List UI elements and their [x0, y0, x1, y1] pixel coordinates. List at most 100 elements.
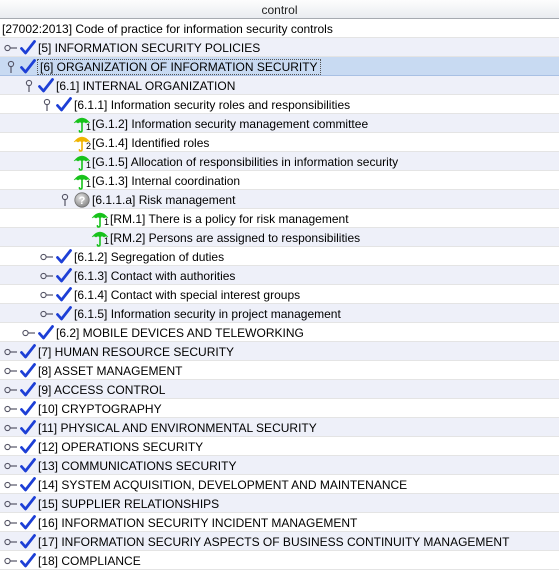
tree-row-label: [G.1.4] Identified roles	[92, 135, 210, 150]
tree-root-label: [27002:2013] Code of practice for inform…	[2, 21, 333, 36]
check-icon	[19, 380, 37, 399]
expand-handle-icon[interactable]	[3, 380, 19, 399]
tree-row-label: [14] SYSTEM ACQUISITION, DEVELOPMENT AND…	[38, 477, 408, 492]
tree-row[interactable]: [11] PHYSICAL AND ENVIRONMENTAL SECURITY	[0, 418, 559, 437]
tree-row-selected[interactable]: [6] ORGANIZATION OF INFORMATION SECURITY	[0, 57, 559, 76]
tree-row-label: [10] CRYPTOGRAPHY	[38, 401, 162, 416]
tree-row-label: [6.1.4] Contact with special interest gr…	[74, 287, 301, 302]
check-icon	[55, 266, 73, 285]
tree-row[interactable]: [6.1.4] Contact with special interest gr…	[0, 285, 559, 304]
tree-root-row[interactable]: [27002:2013] Code of practice for inform…	[0, 19, 559, 38]
tree-row[interactable]: ? [6.1.1.a] Risk management	[0, 190, 559, 209]
tree-row-label: [G.1.5] Allocation of responsibilities i…	[92, 154, 399, 169]
check-icon	[19, 418, 37, 437]
check-icon	[19, 456, 37, 475]
tree-row-label: [9] ACCESS CONTROL	[38, 382, 166, 397]
column-header-label: control	[261, 3, 298, 17]
tree-row[interactable]: 1 [G.1.3] Internal coordination	[0, 171, 559, 190]
tree-row[interactable]: [7] HUMAN RESOURCE SECURITY	[0, 342, 559, 361]
umbrella-count-badge: 1	[85, 160, 91, 170]
tree-row-label: [G.1.3] Internal coordination	[92, 173, 241, 188]
expand-handle-icon[interactable]	[3, 418, 19, 437]
tree-row-label: [7] HUMAN RESOURCE SECURITY	[38, 344, 235, 359]
umbrella-count-badge: 1	[103, 236, 109, 246]
tree-handle-spacer	[57, 114, 73, 133]
check-icon	[19, 342, 37, 361]
check-icon	[19, 513, 37, 532]
expand-handle-icon[interactable]	[3, 513, 19, 532]
expand-handle-icon[interactable]	[3, 361, 19, 380]
expand-handle-icon[interactable]	[39, 285, 55, 304]
tree-handle-spacer	[57, 152, 73, 171]
collapse-handle-icon[interactable]	[57, 190, 73, 209]
tree-row-label: [6.1.5] Information security in project …	[74, 306, 341, 321]
tree-row[interactable]: [17] INFORMATION SECURIY ASPECTS OF BUSI…	[0, 532, 559, 551]
tree-row-label: [6.1.1.a] Risk management	[92, 192, 236, 207]
controls-tree[interactable]: [27002:2013] Code of practice for inform…	[0, 19, 559, 570]
tree-row-label: [RM.1] There is a policy for risk manage…	[110, 211, 349, 226]
tree-handle-spacer	[57, 133, 73, 152]
tree-row[interactable]: [6.1.2] Segregation of duties	[0, 247, 559, 266]
expand-handle-icon[interactable]	[3, 551, 19, 570]
expand-handle-icon[interactable]	[3, 399, 19, 418]
tree-row[interactable]: [15] SUPPLIER RELATIONSHIPS	[0, 494, 559, 513]
tree-row[interactable]: [6.1.3] Contact with authorities	[0, 266, 559, 285]
expand-handle-icon[interactable]	[3, 532, 19, 551]
tree-row-label: [17] INFORMATION SECURIY ASPECTS OF BUSI…	[38, 534, 510, 549]
expand-handle-icon[interactable]	[21, 323, 37, 342]
tree-row[interactable]: 2 [G.1.4] Identified roles	[0, 133, 559, 152]
tree-row[interactable]: [6.1] INTERNAL ORGANIZATION	[0, 76, 559, 95]
check-icon	[55, 285, 73, 304]
tree-row[interactable]: [18] COMPLIANCE	[0, 551, 559, 570]
check-icon	[37, 76, 55, 95]
tree-row[interactable]: 1 [G.1.5] Allocation of responsibilities …	[0, 152, 559, 171]
expand-handle-icon[interactable]	[3, 437, 19, 456]
tree-row-label: [G.1.2] Information security management …	[92, 116, 369, 131]
check-icon	[19, 494, 37, 513]
collapse-handle-icon[interactable]	[39, 95, 55, 114]
tree-row-label: [6.1.2] Segregation of duties	[74, 249, 225, 264]
tree-row-label: [11] PHYSICAL AND ENVIRONMENTAL SECURITY	[38, 420, 317, 435]
check-icon	[19, 57, 37, 76]
tree-row[interactable]: [9] ACCESS CONTROL	[0, 380, 559, 399]
tree-row[interactable]: [14] SYSTEM ACQUISITION, DEVELOPMENT AND…	[0, 475, 559, 494]
tree-row[interactable]: 1 [G.1.2] Information security management…	[0, 114, 559, 133]
check-icon	[19, 551, 37, 570]
tree-handle-spacer	[57, 171, 73, 190]
check-icon	[19, 532, 37, 551]
expand-handle-icon[interactable]	[39, 304, 55, 323]
tree-row[interactable]: [10] CRYPTOGRAPHY	[0, 399, 559, 418]
umbrella-green-icon: 1	[73, 152, 91, 171]
expand-handle-icon[interactable]	[39, 266, 55, 285]
tree-row[interactable]: [13] COMMUNICATIONS SECURITY	[0, 456, 559, 475]
umbrella-count-badge: 1	[103, 217, 109, 227]
tree-row[interactable]: 1 [RM.2] Persons are assigned to responsi…	[0, 228, 559, 247]
umbrella-count-badge: 1	[85, 122, 91, 132]
collapse-handle-icon[interactable]	[21, 76, 37, 95]
tree-row[interactable]: [6.1.5] Information security in project …	[0, 304, 559, 323]
expand-handle-icon[interactable]	[3, 38, 19, 57]
expand-handle-icon[interactable]	[3, 475, 19, 494]
tree-row-label: [6.1.1] Information security roles and r…	[74, 97, 351, 112]
tree-row-label: [16] INFORMATION SECURITY INCIDENT MANAG…	[38, 515, 358, 530]
tree-row[interactable]: 1 [RM.1] There is a policy for risk manag…	[0, 209, 559, 228]
expand-handle-icon[interactable]	[3, 456, 19, 475]
tree-row-label: [18] COMPLIANCE	[38, 553, 141, 568]
tree-row[interactable]: [8] ASSET MANAGEMENT	[0, 361, 559, 380]
expand-handle-icon[interactable]	[39, 247, 55, 266]
tree-row[interactable]: [12] OPERATIONS SECURITY	[0, 437, 559, 456]
tree-row-label: [6.1.3] Contact with authorities	[74, 268, 236, 283]
tree-row[interactable]: [5] INFORMATION SECURITY POLICIES	[0, 38, 559, 57]
collapse-handle-icon[interactable]	[3, 57, 19, 76]
umbrella-orange-icon: 2	[73, 133, 91, 152]
expand-handle-icon[interactable]	[3, 342, 19, 361]
tree-row[interactable]: [6.1.1] Information security roles and r…	[0, 95, 559, 114]
tree-row[interactable]: [6.2] MOBILE DEVICES AND TELEWORKING	[0, 323, 559, 342]
column-header-control[interactable]: control	[0, 0, 559, 19]
question-icon: ?	[73, 190, 91, 209]
expand-handle-icon[interactable]	[3, 494, 19, 513]
tree-row-label: [8] ASSET MANAGEMENT	[38, 363, 183, 378]
umbrella-green-icon: 1	[73, 114, 91, 133]
tree-row[interactable]: [16] INFORMATION SECURITY INCIDENT MANAG…	[0, 513, 559, 532]
check-icon	[19, 38, 37, 57]
